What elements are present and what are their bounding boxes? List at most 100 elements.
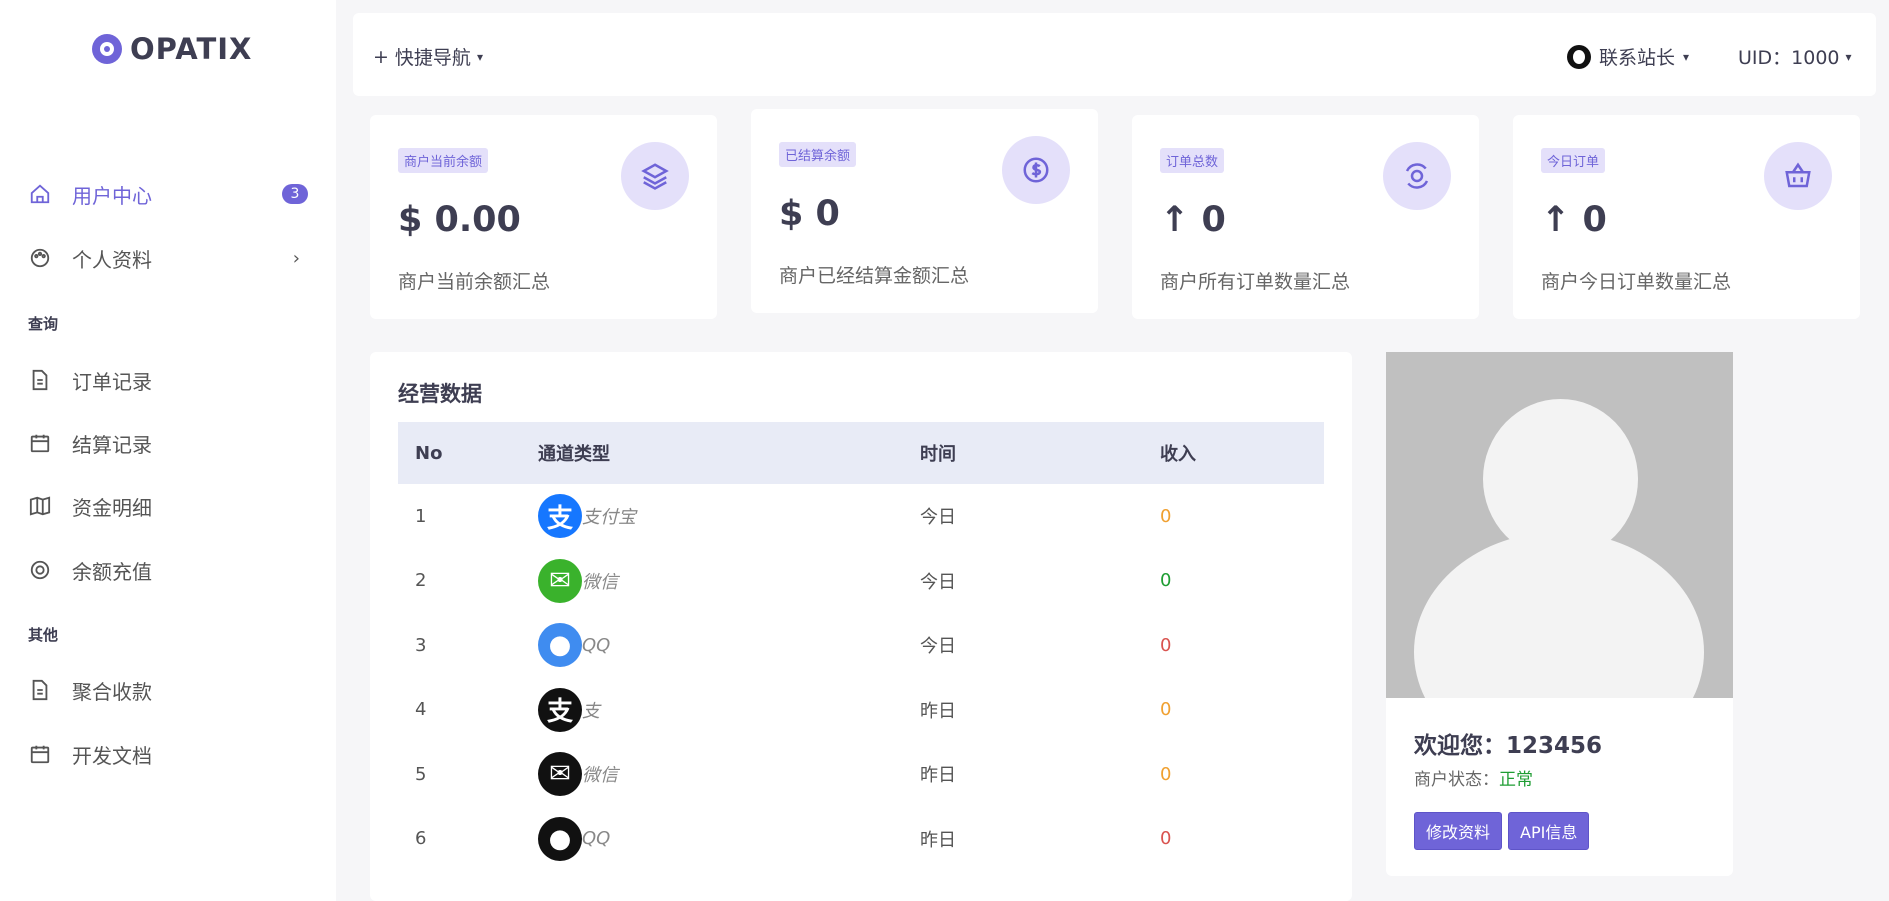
channel-name: 微信 xyxy=(582,765,618,787)
table-row: 3 ● QQ 今日 0 xyxy=(398,613,1324,678)
logo[interactable]: OPATIX xyxy=(92,32,252,66)
row-time: 昨日 xyxy=(920,829,956,851)
sidebar-item-profile[interactable]: 个人资料 › xyxy=(28,236,308,280)
sidebar-item-label: 用户中心 xyxy=(72,183,152,208)
stat-description: 商户已经结算金额汇总 xyxy=(779,265,970,287)
sidebar-item-user-center[interactable]: 用户中心 3 xyxy=(28,172,308,216)
row-no: 2 xyxy=(415,570,427,592)
contact-label: 联系站长 xyxy=(1599,47,1676,69)
status-value: 正常 xyxy=(1499,770,1533,790)
channel-name: 支 xyxy=(582,700,600,722)
row-income: 0 xyxy=(1160,570,1172,592)
quick-nav-dropdown[interactable]: + 快捷导航 ▾ xyxy=(373,43,483,70)
api-info-button[interactable]: API信息 xyxy=(1508,812,1590,850)
chevron-down-icon: ▾ xyxy=(1845,49,1852,64)
basket-icon xyxy=(1764,142,1832,210)
palette-icon xyxy=(28,246,52,270)
row-income: 0 xyxy=(1160,763,1172,785)
table-row: 6 ● QQ 昨日 0 xyxy=(398,807,1324,872)
row-time: 昨日 xyxy=(920,700,956,722)
chevron-down-icon: ▾ xyxy=(1683,49,1690,64)
stat-card-settled: 已结算余额 $ 0 商户已经结算金额汇总 xyxy=(751,109,1098,313)
status-label: 商户状态： xyxy=(1414,770,1499,790)
row-no: 4 xyxy=(415,699,427,721)
sidebar-item-recharge[interactable]: 余额充值 xyxy=(28,548,308,592)
stat-value-number: 0 xyxy=(1582,200,1607,240)
sidebar-item-orders[interactable]: 订单记录 xyxy=(28,358,308,402)
row-income: 0 xyxy=(1160,505,1172,527)
avatar-body-shape xyxy=(1414,532,1704,698)
sidebar-item-label: 聚合收款 xyxy=(72,679,152,704)
stat-value: ↑ 0 xyxy=(1541,200,1607,240)
document-icon xyxy=(28,368,52,392)
sidebar: OPATIX 用户中心 3 个人资料 › 查询 订单记录 结算记录 资金明细 余… xyxy=(0,0,336,901)
row-income: 0 xyxy=(1160,828,1172,850)
sidebar-item-label: 开发文档 xyxy=(72,743,152,768)
table-row: 5 ✉ 微信 昨日 0 xyxy=(398,742,1324,807)
sidebar-item-dev-docs[interactable]: 开发文档 xyxy=(28,732,308,776)
channel-name: 微信 xyxy=(582,571,618,593)
stat-card-today-orders: 今日订单 ↑ 0 商户今日订单数量汇总 xyxy=(1513,115,1860,319)
row-time: 昨日 xyxy=(920,765,956,787)
sidebar-item-label: 余额充值 xyxy=(72,559,152,584)
wechat-icon: ✉ xyxy=(538,558,582,603)
notification-badge: 3 xyxy=(282,184,308,204)
stat-tag: 订单总数 xyxy=(1160,148,1225,173)
sidebar-section-query: 查询 xyxy=(28,315,59,333)
layers-icon xyxy=(621,142,689,210)
target-icon xyxy=(1383,142,1451,210)
channel-name: QQ xyxy=(582,634,611,656)
contact-admin-dropdown[interactable]: 联系站长 ▾ xyxy=(1567,43,1689,70)
sidebar-item-label: 资金明细 xyxy=(72,495,152,520)
stat-description: 商户所有订单数量汇总 xyxy=(1160,271,1351,293)
row-time: 今日 xyxy=(920,571,956,593)
user-avatar xyxy=(1386,352,1733,698)
sidebar-item-label: 订单记录 xyxy=(72,369,152,394)
home-icon xyxy=(28,182,52,206)
logo-text: OPATIX xyxy=(130,32,253,66)
column-header-channel: 通道类型 xyxy=(538,444,610,465)
chevron-down-icon: ▾ xyxy=(476,49,483,64)
table-row: 2 ✉ 微信 今日 0 xyxy=(398,549,1324,614)
channel-name: 支付宝 xyxy=(582,507,636,529)
sidebar-item-label: 结算记录 xyxy=(72,432,152,457)
uid-label: UID：1000 xyxy=(1738,47,1840,69)
row-time: 今日 xyxy=(920,636,956,658)
qq-icon: ● xyxy=(538,816,582,861)
stat-value: $ 0 xyxy=(779,194,840,234)
document-icon xyxy=(28,678,52,702)
calendar-icon xyxy=(28,431,52,455)
sidebar-item-label: 个人资料 xyxy=(72,247,152,272)
welcome-label: 欢迎您： xyxy=(1414,733,1506,759)
sidebar-item-funds[interactable]: 资金明细 xyxy=(28,484,308,528)
profile-card: 欢迎您：123456 商户状态：正常 修改资料 API信息 xyxy=(1386,352,1733,876)
stat-value: $ 0.00 xyxy=(398,200,521,240)
sidebar-item-settlements[interactable]: 结算记录 xyxy=(28,421,308,465)
sidebar-item-aggregate-pay[interactable]: 聚合收款 xyxy=(28,668,308,712)
column-header-time: 时间 xyxy=(920,444,956,465)
table-row: 4 支支 昨日 0 xyxy=(398,678,1324,743)
row-income: 0 xyxy=(1160,634,1172,656)
row-no: 6 xyxy=(415,828,427,850)
uid-dropdown[interactable]: UID：1000 ▾ xyxy=(1738,43,1852,70)
plus-icon: + xyxy=(373,45,389,68)
table-header-row: No 通道类型 时间 收入 xyxy=(398,422,1324,484)
map-icon xyxy=(28,494,52,518)
edit-profile-button[interactable]: 修改资料 xyxy=(1414,812,1503,850)
operating-data-title: 经营数据 xyxy=(398,382,482,406)
welcome-text: 欢迎您：123456 xyxy=(1414,726,1602,760)
top-bar: + 快捷导航 ▾ 联系站长 ▾ UID：1000 ▾ xyxy=(353,13,1876,96)
wechat-icon: ✉ xyxy=(538,752,582,797)
stat-description: 商户当前余额汇总 xyxy=(398,271,551,293)
merchant-status: 商户状态：正常 xyxy=(1414,765,1533,790)
channel-name: QQ xyxy=(582,828,611,850)
stat-value-number: 0 xyxy=(1201,200,1226,240)
alipay-icon: 支 xyxy=(538,687,582,732)
row-time: 今日 xyxy=(920,507,956,529)
chevron-right-icon: › xyxy=(292,247,300,269)
quick-nav-label: 快捷导航 xyxy=(394,47,471,69)
stat-value: ↑ 0 xyxy=(1160,200,1226,240)
stat-tag: 商户当前余额 xyxy=(398,148,489,173)
column-header-income: 收入 xyxy=(1160,444,1196,465)
stat-tag: 今日订单 xyxy=(1541,148,1606,173)
